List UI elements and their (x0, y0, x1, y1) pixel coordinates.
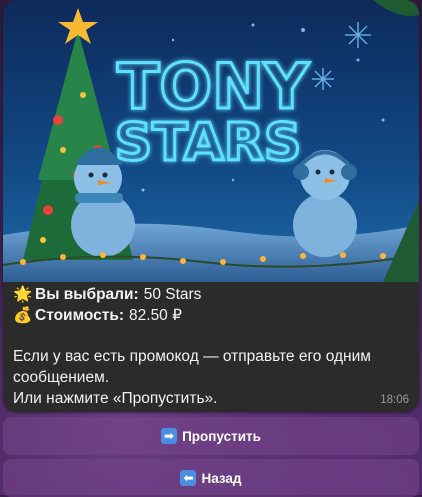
cost-label: Стоимость: (35, 307, 125, 324)
back-button-label: Назад (201, 470, 242, 486)
money-bag-icon: 💰 (13, 306, 33, 324)
skip-button[interactable]: ➡ Пропустить (3, 417, 419, 455)
cost-value: 82.50 ₽ (129, 307, 182, 324)
arrow-left-icon: ⬅ (180, 470, 197, 486)
banner-title-line2: STARS (115, 113, 302, 173)
promo-line-1: Если у вас есть промокод — отправьте его… (13, 348, 371, 365)
selected-label: Вы выбрали: (35, 286, 139, 303)
promo-line-2: сообщением. (13, 369, 110, 386)
message-text: 🌟 Вы выбрали: 50 Stars 💰 Стоимость: 82.5… (13, 284, 409, 409)
message-time: 18:06 (380, 394, 409, 406)
back-button[interactable]: ⬅ Назад (3, 459, 419, 497)
selected-line: 🌟 Вы выбрали: 50 Stars (13, 284, 409, 305)
promo-line-3: Или нажмите «Пропустить». (13, 390, 218, 407)
cost-line: 💰 Стоимость: 82.50 ₽ (13, 305, 409, 326)
star-icon: 🌟 (13, 285, 33, 303)
arrow-right-icon: ➡ (161, 428, 178, 444)
banner-image: TONY STARS (3, 0, 419, 282)
message-bubble: TONY STARS 🌟 Вы выбрали: 50 Stars 💰 Стои… (3, 0, 419, 412)
selected-value: 50 Stars (143, 286, 202, 303)
skip-button-label: Пропустить (182, 428, 261, 444)
